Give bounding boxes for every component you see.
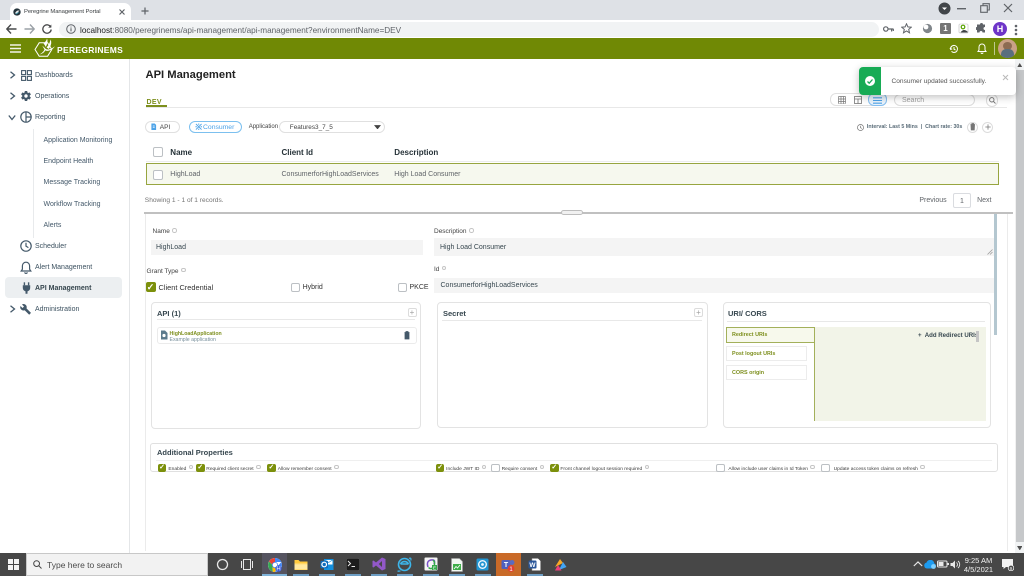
svg-text:9: 9 xyxy=(1010,566,1013,571)
svg-text:H: H xyxy=(276,566,280,571)
svg-text:E: E xyxy=(433,565,436,570)
svg-text:W: W xyxy=(529,562,536,569)
